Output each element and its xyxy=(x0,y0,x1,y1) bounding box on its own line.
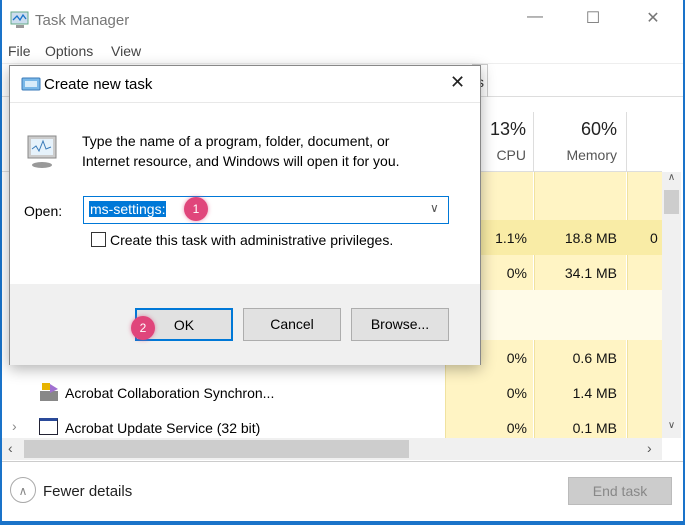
run-icon xyxy=(21,77,41,91)
memory-percent: 60% xyxy=(580,119,617,139)
dialog-title: Create new task xyxy=(44,76,153,93)
memory-column-header[interactable]: Memory xyxy=(535,147,617,163)
dialog-description-2: Internet resource, and Windows will open… xyxy=(82,153,400,169)
window-title: Task Manager xyxy=(35,12,130,29)
dropdown-chevron-icon[interactable]: ∨ xyxy=(430,201,439,215)
horizontal-scroll-thumb[interactable] xyxy=(24,440,409,458)
fewer-details-link[interactable]: Fewer details xyxy=(43,483,132,500)
process-name: Acrobat Update Service (32 bit) xyxy=(65,420,261,436)
menu-file[interactable]: File xyxy=(8,43,31,59)
end-task-button[interactable]: End task xyxy=(568,477,672,505)
maximize-button[interactable]: ☐ xyxy=(578,8,608,32)
vertical-scrollbar[interactable]: ∧ ∨ xyxy=(662,172,681,438)
menu-view[interactable]: View xyxy=(111,43,141,59)
process-name: Acrobat Collaboration Synchron... xyxy=(65,385,275,401)
annotation-badge-2: 2 xyxy=(131,316,155,340)
computer-icon xyxy=(27,135,57,168)
open-combobox[interactable]: ms-settings: ∨ xyxy=(83,196,449,224)
open-label: Open: xyxy=(24,203,63,219)
dialog-description-1: Type the name of a program, folder, docu… xyxy=(82,133,390,149)
vertical-scroll-thumb[interactable] xyxy=(664,190,679,214)
scroll-up-icon[interactable]: ∧ xyxy=(662,172,681,188)
browse-button[interactable]: Browse... xyxy=(351,308,449,341)
close-button[interactable]: ✕ xyxy=(638,8,668,32)
task-manager-icon xyxy=(10,11,29,28)
admin-privileges-label[interactable]: Create this task with administrative pri… xyxy=(110,232,393,248)
minimize-button[interactable]: — xyxy=(520,8,550,32)
service-window-icon xyxy=(39,418,58,435)
scroll-left-icon[interactable]: ‹ xyxy=(8,440,13,456)
scroll-right-icon[interactable]: › xyxy=(647,440,652,456)
dialog-close-button[interactable]: ✕ xyxy=(450,72,465,93)
annotation-badge-1: 1 xyxy=(184,197,208,221)
scroll-down-icon[interactable]: ∨ xyxy=(662,420,681,436)
cancel-button[interactable]: Cancel xyxy=(243,308,341,341)
acrobat-sync-icon xyxy=(40,383,58,401)
expand-chevron-icon[interactable]: › xyxy=(12,418,17,434)
fewer-details-chevron-icon[interactable]: ∧ xyxy=(10,477,36,503)
open-input-value[interactable]: ms-settings: xyxy=(89,201,167,217)
admin-privileges-checkbox[interactable] xyxy=(91,232,106,247)
process-row[interactable]: Acrobat Collaboration Synchron... 0% 1.4… xyxy=(2,375,662,410)
create-new-task-dialog: Create new task ✕ Type the name of a pro… xyxy=(9,65,481,365)
menu-options[interactable]: Options xyxy=(45,43,93,59)
horizontal-scrollbar[interactable]: ‹ › xyxy=(2,438,662,460)
